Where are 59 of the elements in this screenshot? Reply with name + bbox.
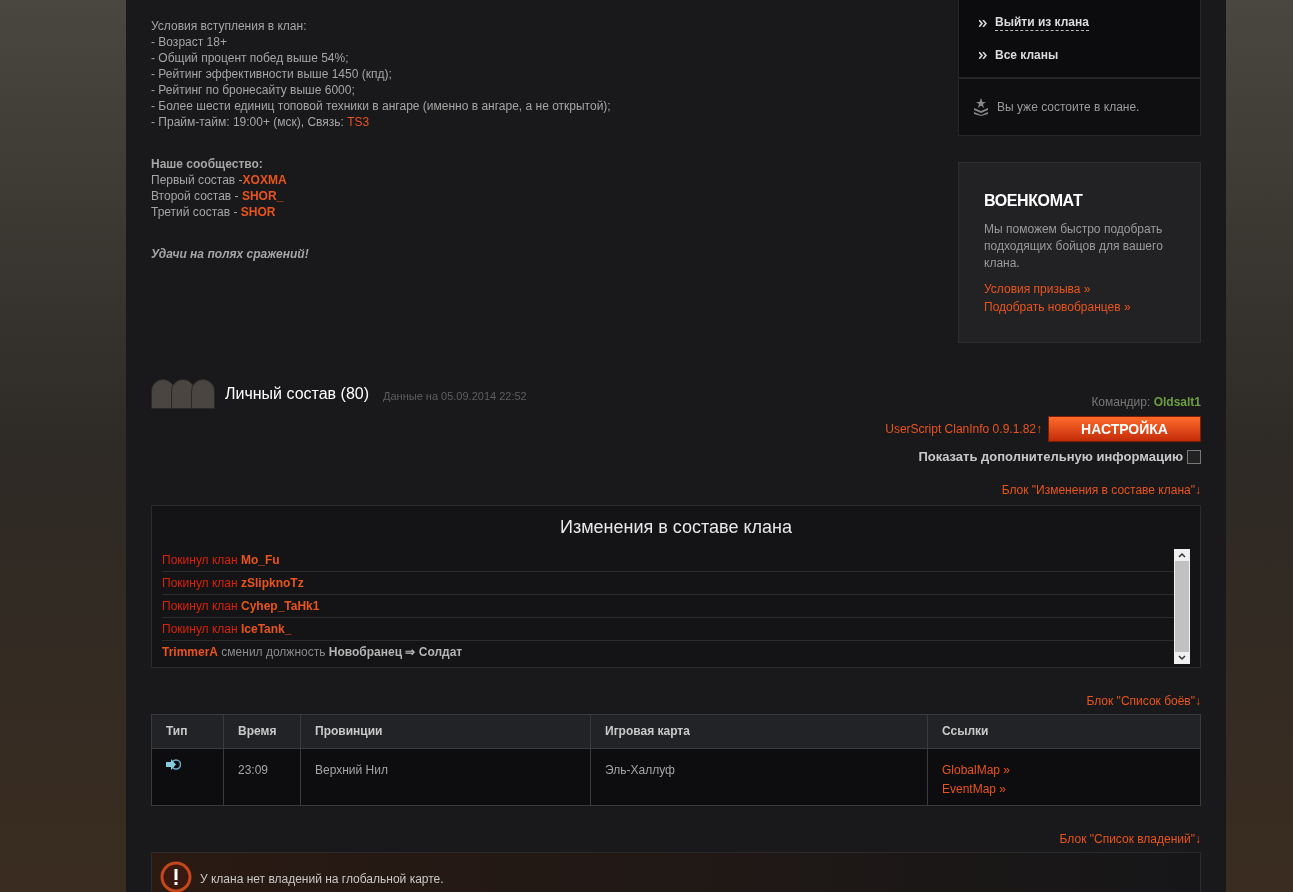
map-link[interactable]: GlobalMap » — [942, 760, 1011, 780]
change-action-text: Покинул клан — [162, 551, 239, 569]
recruit-title: ВОЕНКОМАТ — [984, 191, 1084, 211]
community-title: Наше сообщество: — [151, 156, 264, 172]
condition-text: - Рейтинг эффективности выше 1450 (кпд); — [151, 66, 392, 82]
change-action-text: Покинул клан — [162, 597, 239, 615]
condition-text: - Более шести единиц топовой техники в ангаре (именно в ангаре, а не открытой); — [151, 98, 611, 114]
battles-block-link[interactable]: Блок "Список боёв"↓ — [1086, 691, 1201, 710]
condition-text: - Рейтинг по бронесайту выше 6000; — [151, 82, 355, 98]
clan-tag-link[interactable]: SHOR — [240, 204, 276, 220]
userscript-link[interactable]: UserScript ClanInfo 0.9.1.82↑ — [885, 420, 1042, 438]
player-link[interactable]: Mo_Fu — [241, 550, 280, 569]
change-action-text: Покинул клан — [162, 574, 239, 592]
scrollbar[interactable] — [1174, 548, 1190, 664]
recruit-description: Мы поможем быстро подобрать подходящих бойцов для вашего клана. — [984, 221, 1164, 272]
clan-action-link[interactable]: Выйти из клана — [995, 15, 1089, 31]
province-cell: Верхний Нил — [300, 748, 591, 805]
clan-tag-link[interactable]: XOXMA — [242, 172, 287, 188]
extra-info-label: Показать дополнительную информацию — [918, 448, 1183, 466]
player-link[interactable]: TrimmerA — [162, 643, 219, 661]
double-chevron-icon — [979, 52, 987, 59]
player-link[interactable]: zSlipknoTz — [241, 573, 304, 592]
changes-title: Изменения в составе клана — [559, 515, 793, 539]
condition-text: - Общий процент побед выше 54%; — [151, 50, 349, 66]
recruit-link[interactable]: Подобрать новобранцев » — [984, 298, 1131, 316]
role-change-text: Новобранец ⇒ Солдат — [328, 644, 463, 661]
map-cell: Эль-Халлуф — [590, 748, 928, 805]
condition-text: - Прайм-тайм: 19:00+ (мск), Связь: — [151, 114, 345, 130]
clan-action-link[interactable]: Все кланы — [995, 48, 1059, 63]
player-link[interactable]: Cyhep_TaHk1 — [241, 596, 320, 615]
commander-link[interactable]: Oldsalt1 — [1153, 393, 1201, 411]
squad-label: Третий состав - — [151, 204, 239, 220]
clan-tag-link[interactable]: SHOR_ — [241, 188, 284, 204]
possessions-block-link[interactable]: Блок "Список владений"↓ — [1059, 829, 1201, 848]
change-action-text: Покинул клан — [162, 620, 239, 638]
changes-block-link[interactable]: Блок "Изменения в составе клана"↓ — [1001, 480, 1201, 499]
farewell-text: Удачи на полях сражений! — [151, 246, 310, 262]
squad-label: Первый состав - — [151, 172, 243, 188]
double-chevron-icon — [979, 19, 987, 27]
squad-label: Второй состав - — [151, 188, 240, 204]
voice-link[interactable]: TS3 — [347, 114, 370, 130]
possessions-message: У клана нет владений на глобальной карте. — [200, 870, 444, 888]
settings-button[interactable]: НАСТРОЙКА — [1048, 416, 1201, 442]
rank-chevron-icon — [973, 98, 989, 116]
attack-arrow-icon — [166, 758, 181, 770]
battle-time: 23:09 — [223, 748, 301, 805]
change-action-text: сменил должность — [220, 644, 327, 661]
commander-label: Командир: — [1091, 394, 1152, 411]
map-link[interactable]: EventMap » — [942, 779, 1007, 799]
clan-status-text: Вы уже состоите в клане. — [997, 99, 1140, 116]
condition-text: - Возраст 18+ — [151, 34, 227, 50]
recruit-link[interactable]: Условия призыва » — [984, 280, 1091, 298]
player-link[interactable]: IceTank_ — [241, 619, 292, 638]
extra-info-checkbox[interactable] — [1187, 449, 1201, 464]
conditions-title: Условия вступления в клан: — [151, 18, 308, 34]
roster-title: Личный состав (80) — [225, 384, 369, 404]
data-timestamp: Данные на 05.09.2014 22:52 — [383, 388, 527, 404]
tankers-group-picture — [151, 379, 215, 409]
warning-icon — [160, 860, 192, 892]
